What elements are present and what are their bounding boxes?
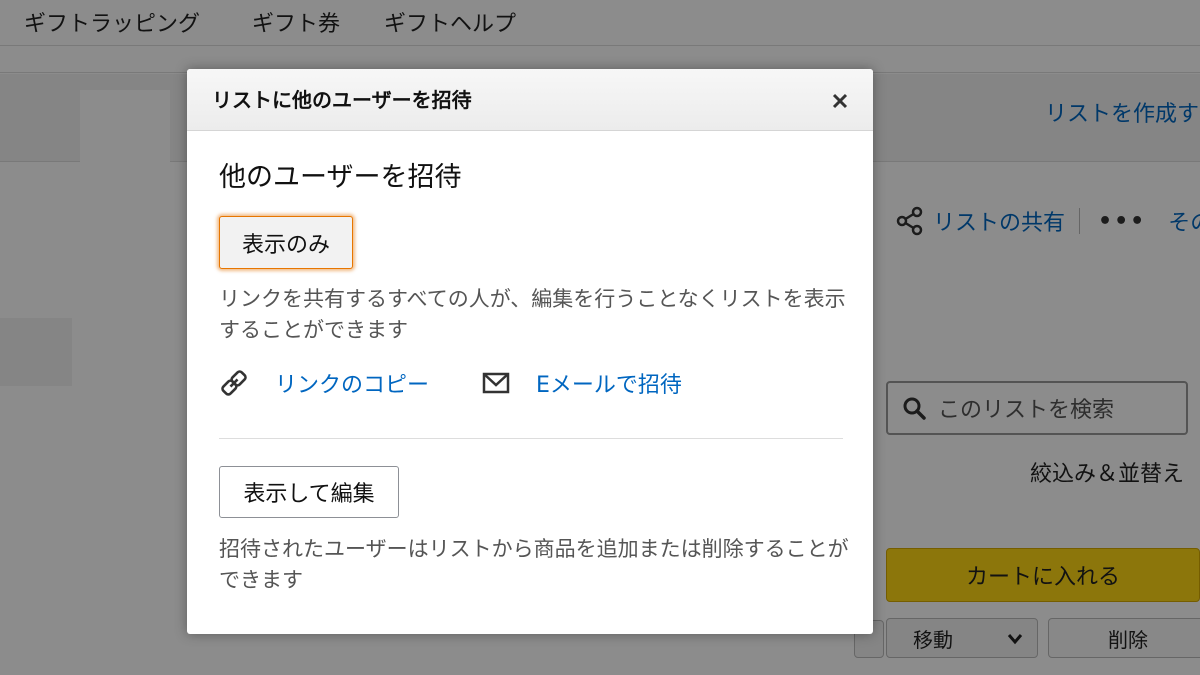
mail-icon: [482, 372, 510, 394]
invite-modal: リストに他のユーザーを招待 他のユーザーを招待 表示のみ リンクを共有するすべて…: [187, 69, 873, 634]
email-invite-action[interactable]: Eメールで招待: [482, 367, 682, 399]
close-button[interactable]: [827, 88, 853, 114]
link-icon: [221, 370, 247, 396]
section-title: 他のユーザーを招待: [219, 162, 462, 193]
view-and-edit-description: 招待されたユーザーはリストから商品を追加または削除することができます: [219, 537, 849, 592]
view-and-edit-button[interactable]: 表示して編集: [219, 466, 399, 518]
modal-header: リストに他のユーザーを招待: [187, 69, 873, 131]
copy-link-action[interactable]: リンクのコピー: [219, 367, 429, 399]
email-invite-label[interactable]: Eメールで招待: [536, 367, 682, 399]
view-only-description: リンクを共有するすべての人が、編集を行うことなくリストを表示することができます: [219, 287, 846, 342]
copy-link-label[interactable]: リンクのコピー: [275, 367, 429, 399]
close-icon: [832, 93, 848, 109]
modal-title: リストに他のユーザーを招待: [212, 88, 472, 112]
divider: [219, 438, 843, 439]
view-only-button[interactable]: 表示のみ: [219, 216, 353, 269]
